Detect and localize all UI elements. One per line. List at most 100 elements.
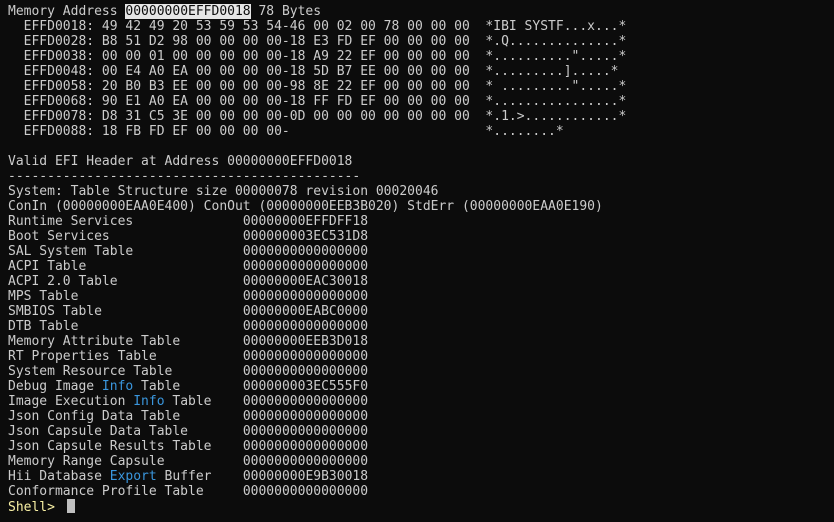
table-name-text: Boot Services — [8, 229, 110, 244]
table-name-keyword: Export — [109, 469, 157, 484]
system-table-row: Debug Image Info Table 000000003EC555F0 — [8, 379, 826, 394]
table-name-keyword: Info — [101, 379, 134, 394]
table-name-keyword: Info — [133, 394, 165, 409]
shell-prompt-line[interactable]: Shell> — [8, 499, 826, 515]
column-padding — [110, 229, 243, 244]
system-table-row: ACPI Table 0000000000000000 — [8, 259, 826, 274]
system-table-row: ACPI 2.0 Table 00000000EAC30018 — [8, 274, 826, 289]
table-name-text: Image Execution — [8, 394, 134, 409]
byte-count-label: 78 Bytes — [250, 4, 322, 19]
column-padding — [157, 349, 243, 364]
table-name-text: MPS Table — [8, 289, 79, 304]
table-name-text: System Resource Table — [8, 364, 173, 379]
table-address-value: 0000000000000000 — [242, 394, 369, 409]
hex-dump-row: EFFD0018: 49 42 49 20 53 59 53 54-46 00 … — [8, 19, 627, 34]
system-table-row: Image Execution Info Table 0000000000000… — [8, 394, 826, 409]
table-name-text: Runtime Services — [8, 214, 134, 229]
column-padding — [172, 364, 242, 379]
text-cursor — [66, 499, 75, 513]
table-name-text: Buffer — [156, 469, 212, 484]
system-table-row: Memory Attribute Table 00000000EEB3D018 — [8, 334, 826, 349]
system-table-row: SMBIOS Table 00000000EABC0000 — [8, 304, 826, 319]
column-padding — [204, 484, 243, 499]
hex-dump-row: EFFD0028: B8 51 D2 98 00 00 00 00-18 E3 … — [8, 34, 627, 49]
table-address-value: 0000000000000000 — [242, 349, 369, 364]
table-address-value: 0000000000000000 — [242, 409, 369, 424]
memory-address-label: Memory Address — [8, 4, 126, 19]
table-name-text: SAL System Table — [8, 244, 134, 259]
system-table-row: Json Capsule Data Table 0000000000000000 — [8, 424, 826, 439]
table-name-text: Table — [133, 379, 181, 394]
table-address-value: 00000000EABC0000 — [242, 304, 369, 319]
system-table-row: Runtime Services 00000000EFFDFF18 — [8, 214, 826, 229]
system-table-row: Json Capsule Results Table 0000000000000… — [8, 439, 826, 454]
column-padding — [180, 379, 243, 394]
table-address-value: 00000000EFFDFF18 — [242, 214, 369, 229]
system-table-row: SAL System Table 0000000000000000 — [8, 244, 826, 259]
column-padding — [212, 469, 243, 484]
table-name-text: Memory Range Capsule — [8, 454, 165, 469]
table-name-text: ACPI 2.0 Table — [8, 274, 118, 289]
table-address-value: 000000003EC531D8 — [242, 229, 369, 244]
table-address-value: 0000000000000000 — [242, 454, 369, 469]
table-name-text: SMBIOS Table — [8, 304, 102, 319]
system-table-row: Memory Range Capsule 0000000000000000 — [8, 454, 826, 469]
shell-prompt: Shell> — [8, 500, 63, 515]
column-padding — [102, 304, 243, 319]
column-padding — [212, 439, 243, 454]
table-address-value: 0000000000000000 — [242, 439, 369, 454]
table-name-text: DTB Table — [8, 319, 79, 334]
system-table-row: Conformance Profile Table 00000000000000… — [8, 484, 826, 499]
column-padding — [188, 424, 243, 439]
column-padding — [118, 274, 243, 289]
table-name-text: Conformance Profile Table — [8, 484, 204, 499]
table-address-value: 0000000000000000 — [242, 259, 369, 274]
hex-dump-row: EFFD0078: D8 31 C5 3E 00 00 00 00-0D 00 … — [8, 109, 627, 124]
table-address-value: 0000000000000000 — [242, 484, 369, 499]
column-padding — [78, 289, 242, 304]
table-address-value: 0000000000000000 — [242, 289, 369, 304]
table-name-text: Hii Database — [8, 469, 110, 484]
system-table-row: DTB Table 0000000000000000 — [8, 319, 826, 334]
table-address-value: 0000000000000000 — [242, 364, 369, 379]
column-padding — [86, 259, 243, 274]
column-padding — [180, 409, 243, 424]
console-handles-line: ConIn (00000000EAA0E400) ConOut (0000000… — [8, 199, 603, 214]
memory-address-line: Memory Address 00000000EFFD0018 78 Bytes — [8, 4, 826, 19]
system-table-row: Hii Database Export Buffer 00000000E9B30… — [8, 469, 826, 484]
system-table-row: System Resource Table 0000000000000000 — [8, 364, 826, 379]
terminal-output[interactable]: Memory Address 00000000EFFD0018 78 Bytes… — [8, 4, 826, 515]
table-name-text: Table — [164, 394, 212, 409]
table-address-value: 0000000000000000 — [242, 319, 369, 334]
selected-address[interactable]: 00000000EFFD0018 — [125, 4, 251, 19]
table-address-value: 000000003EC555F0 — [242, 379, 369, 394]
table-address-value: 00000000E9B30018 — [242, 469, 369, 484]
system-table-row: Boot Services 000000003EC531D8 — [8, 229, 826, 244]
column-padding — [133, 244, 243, 259]
table-address-value: 00000000EEB3D018 — [242, 334, 369, 349]
table-address-value: 00000000EAC30018 — [242, 274, 369, 289]
system-table-line: System: Table Structure size 00000078 re… — [8, 184, 439, 199]
column-padding — [78, 319, 242, 334]
hex-dump-row: EFFD0048: 00 E4 A0 EA 00 00 00 00-18 5D … — [8, 64, 619, 79]
system-table-row: Json Config Data Table 0000000000000000 — [8, 409, 826, 424]
table-name-text: Json Capsule Data Table — [8, 424, 189, 439]
table-name-text: Json Capsule Results Table — [8, 439, 212, 454]
column-padding — [133, 214, 243, 229]
table-name-text: ACPI Table — [8, 259, 87, 274]
table-name-text: RT Properties Table — [8, 349, 157, 364]
system-table-row: MPS Table 0000000000000000 — [8, 289, 826, 304]
separator-line: ----------------------------------------… — [8, 169, 361, 184]
hex-dump-row: EFFD0068: 90 E1 A0 EA 00 00 00 00-18 FF … — [8, 94, 627, 109]
system-table-row: RT Properties Table 0000000000000000 — [8, 349, 826, 364]
valid-header-line: Valid EFI Header at Address 00000000EFFD… — [8, 154, 353, 169]
table-name-text: Json Config Data Table — [8, 409, 181, 424]
column-padding — [180, 334, 243, 349]
table-address-value: 0000000000000000 — [242, 424, 369, 439]
system-table-list: Runtime Services 00000000EFFDFF18 Boot Se… — [8, 214, 826, 499]
table-name-text: Memory Attribute Table — [8, 334, 181, 349]
column-padding — [212, 394, 243, 409]
table-name-text: Debug Image — [8, 379, 102, 394]
hex-dump-row: EFFD0088: 18 FB FD EF 00 00 00 00- *....… — [8, 124, 564, 139]
